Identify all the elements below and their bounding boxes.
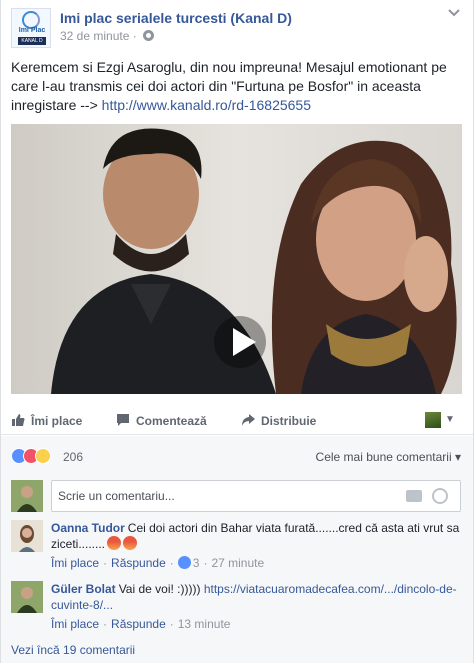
comment-composer [51,480,461,512]
post-time[interactable]: 32 de minute [60,29,129,43]
comment-time[interactable]: 27 minute [211,556,264,570]
page-avatar[interactable]: Imi Plac KANAL D [11,8,51,48]
comment-body: Güler Bolat Vai de voi! :))))) https://vi… [51,581,461,613]
angry-emoji-icon [123,536,138,550]
post-text: Keremcem si Ezgi Asaroglu, din nou impre… [11,58,463,115]
comment-reply-link[interactable]: Răspunde [111,556,166,570]
comment-input[interactable] [58,482,398,510]
emoji-icon[interactable] [432,488,448,504]
like-label: Îmi place [31,414,83,428]
avatar[interactable] [11,520,43,552]
comment-time[interactable]: 13 minute [178,617,231,631]
angry-emoji-icon [107,536,122,550]
comment-author[interactable]: Güler Bolat [51,582,116,596]
comment-like-count[interactable]: 3 [193,556,200,570]
post-actions-bar: Îmi place Comentează Distribuie ▼ [1,405,473,435]
comments-section: 206 Cele mai bune comentarii ▾ Oanna Tud… [1,436,473,663]
comment-like-link[interactable]: Îmi place [51,556,99,570]
comment-reply-link[interactable]: Răspunde [111,617,166,631]
post-header: Imi Plac KANAL D Imi plac serialele turc… [11,8,461,50]
comment-label: Comentează [136,414,207,428]
share-button[interactable]: Distribuie [241,413,316,428]
view-more-comments-link[interactable]: Vezi încă 19 comentarii [11,643,135,657]
comment-button[interactable]: Comentează [116,413,207,428]
thumbs-up-icon [11,413,25,427]
caret-down-icon: ▾ [454,450,461,464]
comment-actions: Îmi place · Răspunde · 3 · 27 minute [51,556,265,570]
like-button[interactable]: Îmi place [11,413,82,428]
share-arrow-icon [241,413,255,427]
post-as-selector[interactable]: ▼ [425,412,457,428]
comment-actions: Îmi place · Răspunde · 13 minute [51,617,231,631]
avatar[interactable] [11,581,43,613]
post-card: Imi Plac KANAL D Imi plac serialele turc… [0,0,474,663]
share-label: Distribuie [261,414,317,428]
post-meta: 32 de minute · [60,29,155,43]
like-reaction-icon [177,556,191,569]
page-name-link[interactable]: Imi plac serialele turcesti (Kanal D) [60,10,292,26]
comment-author[interactable]: Oanna Tudor [51,521,125,535]
globe-icon [143,30,155,41]
chevron-down-icon[interactable] [447,8,463,22]
comment-text: Vai de voi! :))))) [118,582,204,596]
comment-sort-dropdown[interactable]: Cele mai bune comentarii ▾ [316,450,461,464]
haha-reaction-icon [35,448,51,464]
caret-down-icon: ▼ [445,414,455,425]
reaction-count: 206 [63,450,84,464]
video-player[interactable] [11,124,462,394]
logo-text: Imi Plac [18,27,46,34]
comment-body: Oanna Tudor Cei doi actori din Bahar viat… [51,520,461,552]
play-button[interactable] [212,314,268,370]
comment-like-link[interactable]: Îmi place [51,617,99,631]
logo-subtext: KANAL D [18,37,46,45]
comment-bubble-icon [116,413,130,427]
post-link[interactable]: http://www.kanald.ro/rd-16825655 [102,97,311,113]
avatar [11,480,43,512]
sort-label: Cele mai bune comentarii [315,450,452,464]
page-thumbnail [425,412,441,428]
camera-icon[interactable] [406,490,422,502]
